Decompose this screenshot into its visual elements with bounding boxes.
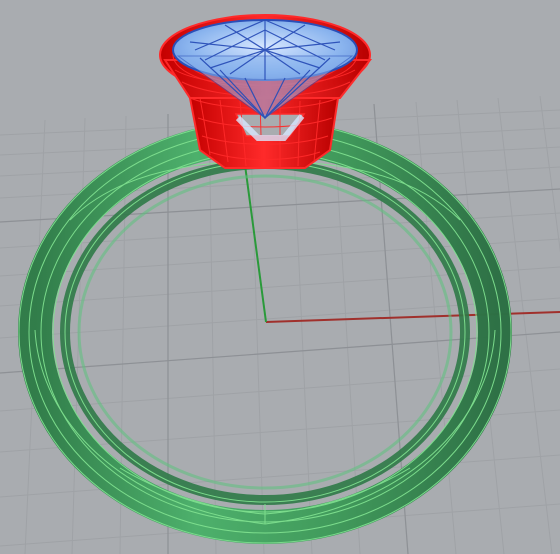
ring-shank[interactable]	[18, 120, 512, 544]
perspective-viewport[interactable]	[0, 0, 560, 554]
x-axis-line	[265, 311, 560, 323]
viewport-canvas[interactable]	[0, 0, 560, 554]
